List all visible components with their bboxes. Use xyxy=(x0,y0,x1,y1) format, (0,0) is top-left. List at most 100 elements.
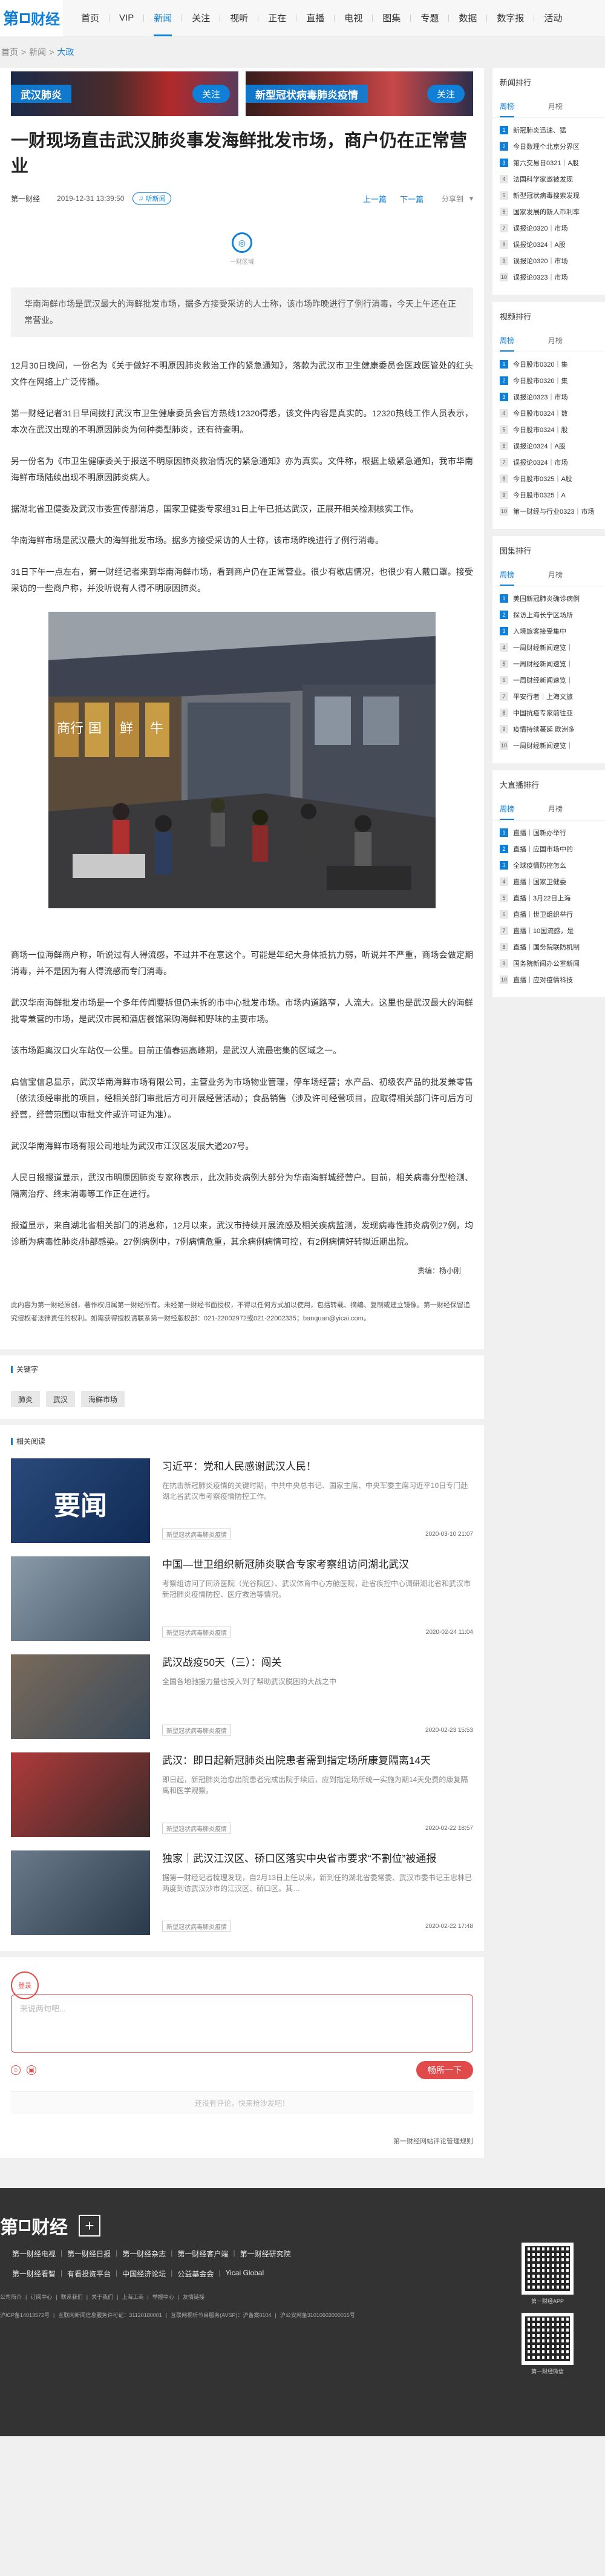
footer-logo[interactable]: 第 财经 + xyxy=(0,2212,100,2239)
ranking-item[interactable]: 7 误报论0324｜市场 xyxy=(500,454,598,470)
ranking-item[interactable]: 3 第六交易日0321｜A股 xyxy=(500,154,598,171)
footer-link[interactable]: 中国经济论坛 xyxy=(122,2269,166,2279)
footer-link[interactable]: 第一财经杂志 xyxy=(122,2249,166,2259)
ranking-item[interactable]: 4 直播｜国家卫健委 xyxy=(500,873,598,890)
ranking-item[interactable]: 1 直播｜国新办举行 xyxy=(500,824,598,841)
footer-link[interactable]: 友情链接 xyxy=(183,2292,204,2302)
emoji-icon[interactable]: ☺ xyxy=(11,2065,21,2075)
footer-link[interactable]: 第一财经客户端 xyxy=(177,2249,228,2259)
ranking-item[interactable]: 6 一周财经新闻速览｜ xyxy=(500,672,598,688)
nav-link[interactable]: 图集 xyxy=(373,0,410,36)
ranking-item[interactable]: 6 误报论0324｜A股 xyxy=(500,438,598,454)
comment-input[interactable]: 来说两句吧... xyxy=(11,1994,473,2053)
footer-link[interactable]: 第一财经研究院 xyxy=(240,2249,291,2259)
ranking-item[interactable]: 8 直播｜国务院联防机制 xyxy=(500,939,598,955)
ranking-item[interactable]: 2 今日数理个北京分界区 xyxy=(500,138,598,154)
related-thumbnail[interactable] xyxy=(11,1556,150,1641)
ranking-item[interactable]: 7 平安行者｜上海文旅 xyxy=(500,688,598,704)
ranking-tab[interactable]: 周榜 xyxy=(500,569,515,586)
related-tag[interactable]: 新型冠状病毒肺炎疫情 xyxy=(162,1529,231,1539)
ranking-item[interactable]: 7 误报论0320｜市场 xyxy=(500,220,598,236)
nav-link[interactable]: 数据 xyxy=(449,0,486,36)
related-item[interactable]: 独家｜武汉江汉区、硚口区落实中央省市要求“不割位”被通报 据第一财经记者梳理发现，… xyxy=(11,1850,473,1935)
ranking-tab[interactable]: 月榜 xyxy=(548,101,563,117)
ranking-item[interactable]: 10 一周财经新闻速览｜ xyxy=(500,737,598,753)
ranking-item[interactable]: 9 国务院新闻办公室新闻 xyxy=(500,955,598,971)
footer-link[interactable]: 互联网新闻信息服务许可证：31120180001 xyxy=(58,2310,162,2320)
nav-link[interactable]: 专题 xyxy=(411,0,448,36)
share-dropdown-icon[interactable]: ▾ xyxy=(469,194,473,203)
related-item[interactable]: 武汉战疫50天（三）：闯关 全国各地驰援力量也投入到了帮助武汉脱困的大战之中 新型冠… xyxy=(11,1654,473,1739)
ranking-item[interactable]: 8 误报论0324｜A股 xyxy=(500,236,598,252)
keyword-tag[interactable]: 海鲜市场 xyxy=(81,1391,125,1407)
footer-link[interactable]: 公司简介 xyxy=(0,2292,22,2302)
nav-link[interactable]: 关注 xyxy=(182,0,220,36)
footer-link[interactable]: 联系我们 xyxy=(61,2292,83,2302)
ranking-item[interactable]: 5 今日股市0324｜股 xyxy=(500,421,598,438)
footer-link[interactable]: Yicai Global xyxy=(226,2269,264,2279)
footer-link[interactable]: 订阅中心 xyxy=(30,2292,52,2302)
related-title[interactable]: 武汉战疫50天（三）：闯关 xyxy=(162,1656,473,1670)
nav-link[interactable]: 新闻 xyxy=(144,0,182,36)
related-item[interactable]: 武汉：即日起新冠肺炎出院患者需到指定场所康复隔离14天 即日起，新冠肺炎治愈出院患… xyxy=(11,1752,473,1837)
ranking-item[interactable]: 1 美国新冠肺炎确诊病例 xyxy=(500,590,598,606)
footer-link[interactable]: 关于我们 xyxy=(91,2292,113,2302)
ranking-item[interactable]: 6 国家发展的新人币利率 xyxy=(500,203,598,220)
ranking-item[interactable]: 1 新冠肺炎迅速、猛 xyxy=(500,122,598,138)
nav-link[interactable]: 数字报 xyxy=(487,0,534,36)
listen-news-button[interactable]: ♫ 听新闻 xyxy=(132,192,171,205)
footer-link[interactable]: 沪ICP备14013572号 xyxy=(0,2310,50,2320)
footer-link[interactable]: 第一财经电视 xyxy=(12,2249,56,2259)
related-thumbnail[interactable] xyxy=(11,1752,150,1837)
related-tag[interactable]: 新型冠状病毒肺炎疫情 xyxy=(162,1627,231,1637)
related-tag[interactable]: 新型冠状病毒肺炎疫情 xyxy=(162,1725,231,1735)
keyword-tag[interactable]: 肺炎 xyxy=(11,1391,41,1407)
footer-link[interactable]: 上海工商 xyxy=(122,2292,143,2302)
image-icon[interactable]: ▣ xyxy=(27,2065,36,2075)
follow-button[interactable]: 关注 xyxy=(192,85,230,103)
related-thumbnail[interactable]: 要闻 xyxy=(11,1458,150,1543)
related-tag[interactable]: 新型冠状病毒肺炎疫情 xyxy=(162,1921,231,1932)
topic-banner-wuhan-pneumonia[interactable]: 武汉肺炎 关注 xyxy=(11,71,238,116)
ranking-item[interactable]: 5 新型冠状病毒搜索发现 xyxy=(500,187,598,203)
footer-link[interactable]: 沪公安网备31010602000015号 xyxy=(280,2310,355,2320)
nav-link[interactable]: 活动 xyxy=(534,0,572,36)
ranking-item[interactable]: 10 误报论0323｜市场 xyxy=(500,269,598,285)
related-title[interactable]: 独家｜武汉江汉区、硚口区落实中央省市要求“不割位”被通报 xyxy=(162,1852,473,1866)
ranking-tab[interactable]: 周榜 xyxy=(500,804,515,820)
ranking-tab[interactable]: 月榜 xyxy=(548,569,563,586)
ranking-tab[interactable]: 月榜 xyxy=(548,335,563,352)
prev-article-link[interactable]: 上一篇 xyxy=(363,193,387,205)
related-item[interactable]: 中国—世卫组织新冠肺炎联合专家考察组访问湖北武汉 考察组访问了同济医院（光谷院区）… xyxy=(11,1556,473,1641)
ranking-item[interactable]: 2 探访上海长宁区场所 xyxy=(500,606,598,623)
related-tag[interactable]: 新型冠状病毒肺炎疫情 xyxy=(162,1823,231,1834)
nav-link[interactable]: 首页 xyxy=(71,0,109,36)
ranking-item[interactable]: 5 一周财经新闻速览｜ xyxy=(500,655,598,672)
keyword-tag[interactable]: 武汉 xyxy=(46,1391,76,1407)
ranking-item[interactable]: 8 中国抗疫专家前往亚 xyxy=(500,704,598,721)
site-logo[interactable]: 第 财经 xyxy=(0,0,63,36)
ranking-item[interactable]: 7 直播｜10国流感，是 xyxy=(500,922,598,939)
topic-banner-covid[interactable]: 新型冠状病毒肺炎疫情 关注 xyxy=(246,71,473,116)
ranking-item[interactable]: 4 法国科学家邀被发现 xyxy=(500,171,598,187)
footer-link[interactable]: 第一财经日报 xyxy=(67,2249,111,2259)
breadcrumb-current[interactable]: 大政 xyxy=(57,46,74,58)
related-title[interactable]: 中国—世卫组织新冠肺炎联合专家考察组访问湖北武汉 xyxy=(162,1558,473,1572)
next-article-link[interactable]: 下一篇 xyxy=(400,193,424,205)
breadcrumb-home[interactable]: 首页 xyxy=(1,46,18,58)
ranking-item[interactable]: 2 今日股市0320｜集 xyxy=(500,372,598,388)
send-comment-button[interactable]: 畅所一下 xyxy=(416,2061,473,2079)
ranking-item[interactable]: 2 直播｜应国市场中的 xyxy=(500,841,598,857)
ranking-item[interactable]: 3 误报论0323｜市场 xyxy=(500,388,598,405)
ranking-item[interactable]: 1 今日股市0320｜集 xyxy=(500,356,598,372)
related-title[interactable]: 武汉：即日起新冠肺炎出院患者需到指定场所康复隔离14天 xyxy=(162,1754,473,1768)
article-source[interactable]: 第一财经 xyxy=(11,194,40,204)
breadcrumb-news[interactable]: 新闻 xyxy=(29,46,46,58)
footer-link[interactable]: 第一财经看智 xyxy=(12,2269,56,2279)
footer-link[interactable]: 公益基金会 xyxy=(177,2269,214,2279)
ranking-tab[interactable]: 周榜 xyxy=(500,101,515,117)
nav-link[interactable]: 正在 xyxy=(258,0,296,36)
ranking-item[interactable]: 3 入境旅客接受集中 xyxy=(500,623,598,639)
ranking-item[interactable]: 8 今日股市0325｜A股 xyxy=(500,470,598,487)
follow-button[interactable]: 关注 xyxy=(427,85,465,103)
